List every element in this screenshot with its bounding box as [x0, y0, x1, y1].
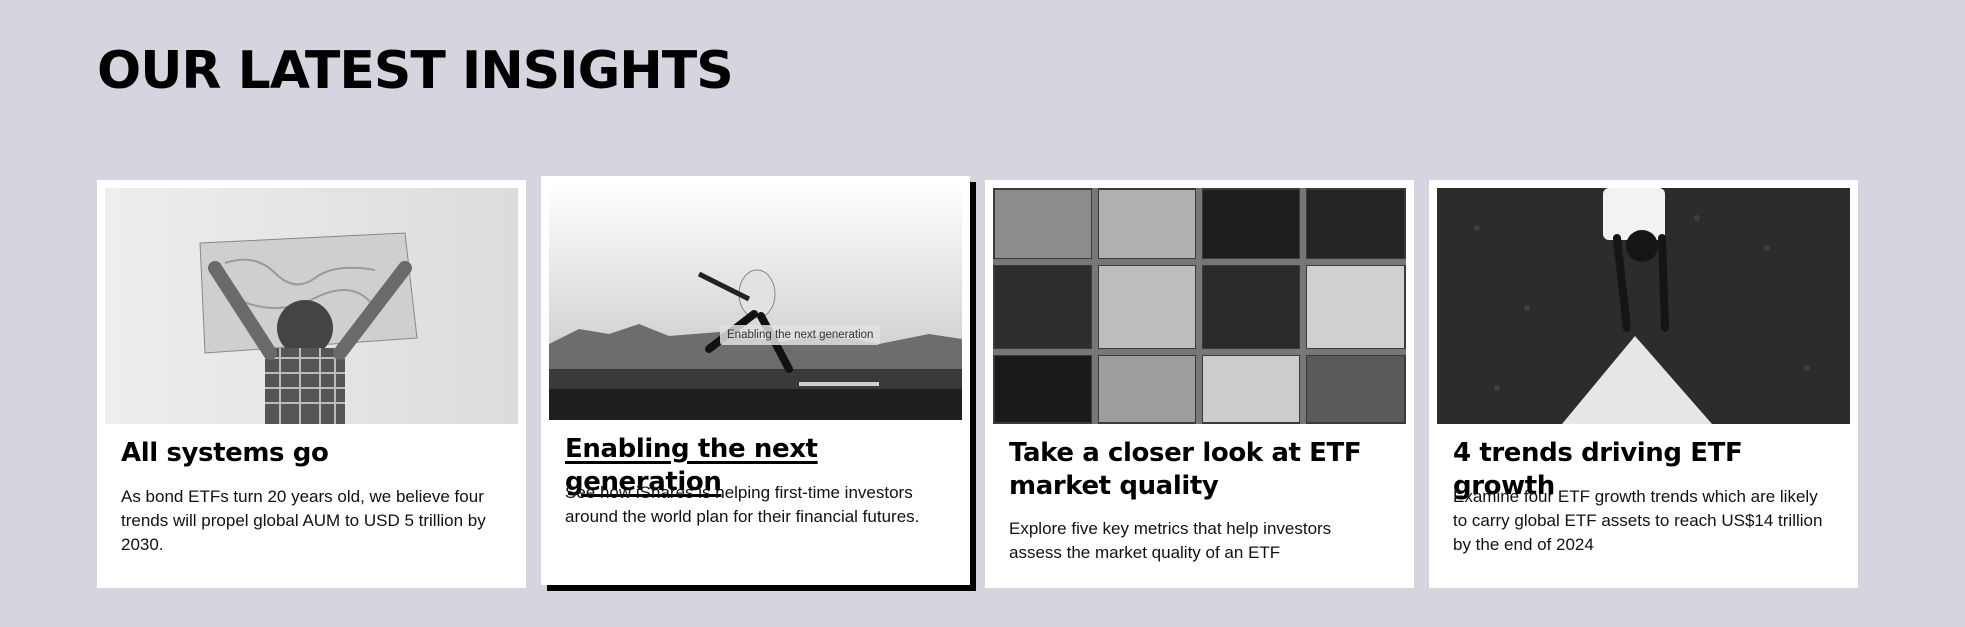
card-description: Examine four ETF growth trends which are…	[1453, 487, 1823, 554]
card-description: See how iShares is helping first-time in…	[565, 483, 920, 526]
insight-card-all-systems-go[interactable]: All systems go As bond ETFs turn 20 year…	[97, 180, 526, 588]
insight-card-etf-market-quality[interactable]: Take a closer look at ETF market quality…	[985, 180, 1414, 588]
card-description: Explore five key metrics that help inves…	[1009, 519, 1332, 562]
card-image-world-map[interactable]	[105, 188, 518, 424]
card-image-spice-grid[interactable]	[993, 188, 1406, 424]
insight-card-enabling-next-generation[interactable]: Enabling the next generation See how iSh…	[541, 176, 970, 585]
card-description: As bond ETFs turn 20 years old, we belie…	[121, 487, 486, 554]
card-title[interactable]: Take a closer look at ETF market quality	[1009, 437, 1392, 503]
section-title: OUR LATEST INSIGHTS	[97, 41, 734, 101]
image-tooltip: Enabling the next generation	[720, 325, 881, 345]
card-image-road-arrow[interactable]	[1437, 188, 1850, 424]
insight-card-etf-growth-trends[interactable]: 4 trends driving ETF growth Examine four…	[1429, 180, 1858, 588]
card-image-jumping-person[interactable]	[549, 184, 962, 420]
card-title[interactable]: All systems go	[121, 437, 504, 470]
